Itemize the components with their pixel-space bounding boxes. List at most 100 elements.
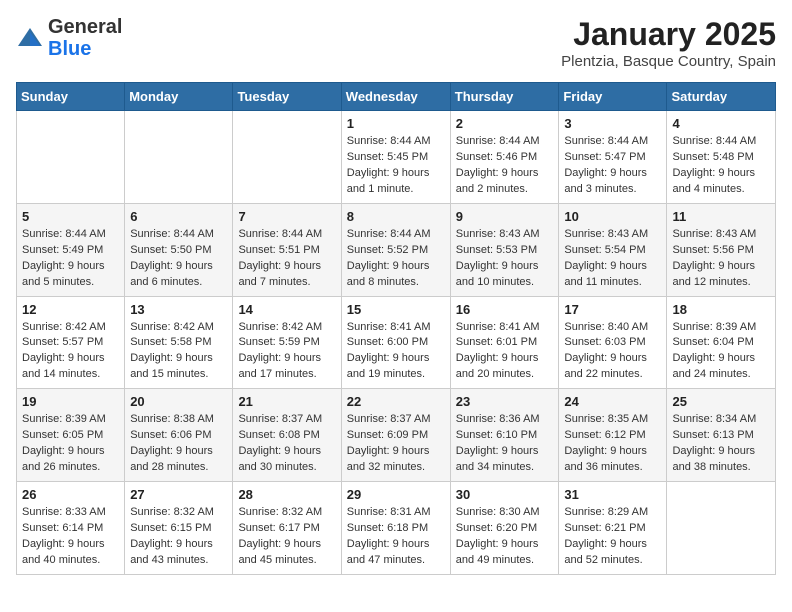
day-info: Sunrise: 8:39 AM Sunset: 6:05 PM Dayligh… [22, 412, 119, 476]
day-info: Sunrise: 8:44 AM Sunset: 5:52 PM Dayligh… [347, 227, 445, 291]
calendar-week-row: 26Sunrise: 8:33 AM Sunset: 6:14 PM Dayli… [17, 482, 776, 575]
day-info: Sunrise: 8:41 AM Sunset: 6:00 PM Dayligh… [347, 320, 445, 384]
day-number: 17 [564, 302, 661, 317]
day-info: Sunrise: 8:36 AM Sunset: 6:10 PM Dayligh… [456, 412, 554, 476]
day-info: Sunrise: 8:43 AM Sunset: 5:54 PM Dayligh… [564, 227, 661, 291]
calendar-cell: 31 Sunrise: 8:29 AM Sunset: 6:21 PM Dayli… [559, 482, 667, 575]
day-number: 30 [456, 487, 554, 502]
day-info: Sunrise: 8:37 AM Sunset: 6:08 PM Dayligh… [238, 412, 335, 476]
day-number: 16 [456, 302, 554, 317]
calendar-cell: 21 Sunrise: 8:37 AM Sunset: 6:08 PM Dayli… [233, 389, 341, 482]
day-info: Sunrise: 8:44 AM Sunset: 5:49 PM Dayligh… [22, 227, 119, 291]
day-info: Sunrise: 8:40 AM Sunset: 6:03 PM Dayligh… [564, 320, 661, 384]
day-info: Sunrise: 8:35 AM Sunset: 6:12 PM Dayligh… [564, 412, 661, 476]
day-number: 2 [456, 116, 554, 131]
calendar-cell: 18 Sunrise: 8:39 AM Sunset: 6:04 PM Dayli… [667, 296, 776, 389]
day-header-friday: Friday [559, 83, 667, 111]
day-number: 15 [347, 302, 445, 317]
day-info: Sunrise: 8:38 AM Sunset: 6:06 PM Dayligh… [130, 412, 227, 476]
calendar-cell: 24 Sunrise: 8:35 AM Sunset: 6:12 PM Dayli… [559, 389, 667, 482]
day-number: 3 [564, 116, 661, 131]
day-info: Sunrise: 8:37 AM Sunset: 6:09 PM Dayligh… [347, 412, 445, 476]
calendar-cell [17, 111, 125, 204]
calendar-cell: 2 Sunrise: 8:44 AM Sunset: 5:46 PM Daylig… [450, 111, 559, 204]
day-number: 25 [672, 394, 770, 409]
calendar-cell: 10 Sunrise: 8:43 AM Sunset: 5:54 PM Dayli… [559, 203, 667, 296]
calendar-cell: 30 Sunrise: 8:30 AM Sunset: 6:20 PM Dayli… [450, 482, 559, 575]
calendar-cell: 23 Sunrise: 8:36 AM Sunset: 6:10 PM Dayli… [450, 389, 559, 482]
calendar-cell: 17 Sunrise: 8:40 AM Sunset: 6:03 PM Dayli… [559, 296, 667, 389]
day-info: Sunrise: 8:44 AM Sunset: 5:46 PM Dayligh… [456, 134, 554, 198]
day-number: 7 [238, 209, 335, 224]
day-number: 27 [130, 487, 227, 502]
calendar-cell: 4Sunrise: 8:44 AM Sunset: 5:48 PM Daylig… [667, 111, 776, 204]
day-number: 21 [238, 394, 335, 409]
calendar-week-row: 5Sunrise: 8:44 AM Sunset: 5:49 PM Daylig… [17, 203, 776, 296]
logo-icon [16, 24, 44, 52]
calendar-cell: 16 Sunrise: 8:41 AM Sunset: 6:01 PM Dayli… [450, 296, 559, 389]
day-number: 4 [672, 116, 770, 131]
day-number: 19 [22, 394, 119, 409]
calendar-cell: 7 Sunrise: 8:44 AM Sunset: 5:51 PM Daylig… [233, 203, 341, 296]
calendar-header-row: SundayMondayTuesdayWednesdayThursdayFrid… [17, 83, 776, 111]
calendar-cell: 26Sunrise: 8:33 AM Sunset: 6:14 PM Dayli… [17, 482, 125, 575]
day-header-monday: Monday [125, 83, 233, 111]
day-number: 8 [347, 209, 445, 224]
day-info: Sunrise: 8:44 AM Sunset: 5:47 PM Dayligh… [564, 134, 661, 198]
calendar-week-row: 19 Sunrise: 8:39 AM Sunset: 6:05 PM Dayli… [17, 389, 776, 482]
day-number: 9 [456, 209, 554, 224]
day-number: 18 [672, 302, 770, 317]
calendar-cell: 8 Sunrise: 8:44 AM Sunset: 5:52 PM Daylig… [341, 203, 450, 296]
calendar-body: 1Sunrise: 8:44 AM Sunset: 5:45 PM Daylig… [17, 111, 776, 575]
calendar-cell: 5Sunrise: 8:44 AM Sunset: 5:49 PM Daylig… [17, 203, 125, 296]
day-info: Sunrise: 8:43 AM Sunset: 5:53 PM Dayligh… [456, 227, 554, 291]
day-info: Sunrise: 8:42 AM Sunset: 5:57 PM Dayligh… [22, 320, 119, 384]
calendar-cell [667, 482, 776, 575]
day-number: 6 [130, 209, 227, 224]
month-title: January 2025 [561, 16, 776, 53]
logo: General Blue [16, 16, 122, 60]
title-area: January 2025 Plentzia, Basque Country, S… [561, 16, 776, 70]
day-number: 10 [564, 209, 661, 224]
calendar-cell: 15 Sunrise: 8:41 AM Sunset: 6:00 PM Dayli… [341, 296, 450, 389]
calendar-cell: 28Sunrise: 8:32 AM Sunset: 6:17 PM Dayli… [233, 482, 341, 575]
day-number: 11 [672, 209, 770, 224]
day-info: Sunrise: 8:43 AM Sunset: 5:56 PM Dayligh… [672, 227, 770, 291]
day-info: Sunrise: 8:30 AM Sunset: 6:20 PM Dayligh… [456, 505, 554, 569]
day-header-tuesday: Tuesday [233, 83, 341, 111]
location-title: Plentzia, Basque Country, Spain [561, 53, 776, 70]
day-number: 31 [564, 487, 661, 502]
day-info: Sunrise: 8:42 AM Sunset: 5:59 PM Dayligh… [238, 320, 335, 384]
calendar-cell: 6 Sunrise: 8:44 AM Sunset: 5:50 PM Daylig… [125, 203, 233, 296]
day-info: Sunrise: 8:44 AM Sunset: 5:50 PM Dayligh… [130, 227, 227, 291]
day-info: Sunrise: 8:29 AM Sunset: 6:21 PM Dayligh… [564, 505, 661, 569]
day-info: Sunrise: 8:41 AM Sunset: 6:01 PM Dayligh… [456, 320, 554, 384]
calendar-cell: 3 Sunrise: 8:44 AM Sunset: 5:47 PM Daylig… [559, 111, 667, 204]
day-number: 20 [130, 394, 227, 409]
day-number: 1 [347, 116, 445, 131]
day-header-wednesday: Wednesday [341, 83, 450, 111]
calendar-cell: 19 Sunrise: 8:39 AM Sunset: 6:05 PM Dayli… [17, 389, 125, 482]
calendar-cell: 12 Sunrise: 8:42 AM Sunset: 5:57 PM Dayli… [17, 296, 125, 389]
day-number: 26 [22, 487, 119, 502]
calendar-cell: 29Sunrise: 8:31 AM Sunset: 6:18 PM Dayli… [341, 482, 450, 575]
calendar-cell: 22Sunrise: 8:37 AM Sunset: 6:09 PM Dayli… [341, 389, 450, 482]
calendar-cell: 14Sunrise: 8:42 AM Sunset: 5:59 PM Dayli… [233, 296, 341, 389]
calendar-cell: 27 Sunrise: 8:32 AM Sunset: 6:15 PM Dayli… [125, 482, 233, 575]
day-number: 12 [22, 302, 119, 317]
calendar-table: SundayMondayTuesdayWednesdayThursdayFrid… [16, 82, 776, 575]
page-header: General Blue January 2025 Plentzia, Basq… [16, 16, 776, 70]
day-number: 23 [456, 394, 554, 409]
day-info: Sunrise: 8:31 AM Sunset: 6:18 PM Dayligh… [347, 505, 445, 569]
calendar-cell [233, 111, 341, 204]
logo-blue-text: Blue [48, 38, 91, 60]
calendar-cell: 25Sunrise: 8:34 AM Sunset: 6:13 PM Dayli… [667, 389, 776, 482]
day-header-sunday: Sunday [17, 83, 125, 111]
day-info: Sunrise: 8:39 AM Sunset: 6:04 PM Dayligh… [672, 320, 770, 384]
calendar-cell: 9 Sunrise: 8:43 AM Sunset: 5:53 PM Daylig… [450, 203, 559, 296]
day-info: Sunrise: 8:44 AM Sunset: 5:51 PM Dayligh… [238, 227, 335, 291]
day-number: 24 [564, 394, 661, 409]
day-header-thursday: Thursday [450, 83, 559, 111]
calendar-cell: 20 Sunrise: 8:38 AM Sunset: 6:06 PM Dayli… [125, 389, 233, 482]
day-info: Sunrise: 8:32 AM Sunset: 6:15 PM Dayligh… [130, 505, 227, 569]
